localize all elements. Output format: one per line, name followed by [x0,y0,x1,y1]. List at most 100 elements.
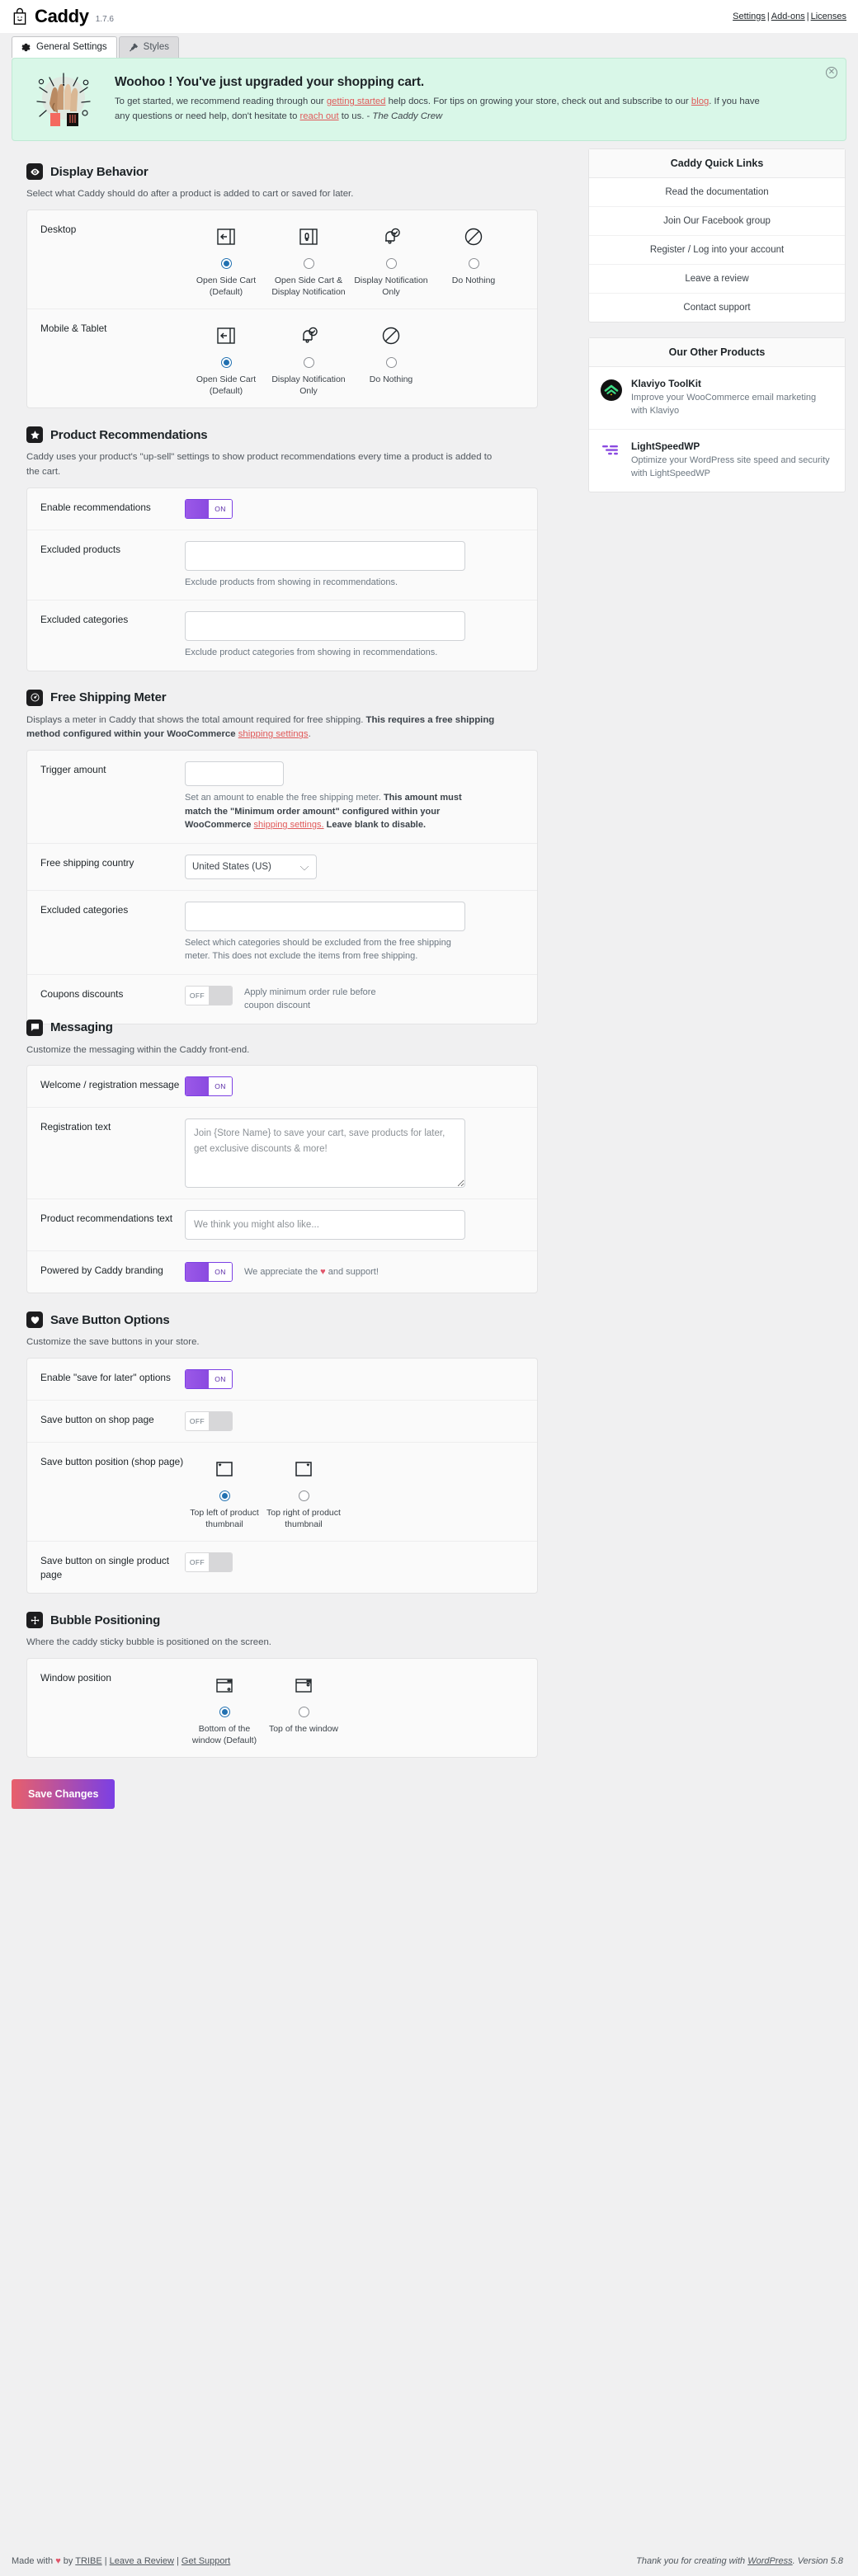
messaging-panel: Welcome / registration message ON Regist… [26,1065,538,1294]
section-title: Messaging [50,1020,113,1035]
row-label: Mobile & Tablet [40,323,107,335]
blog-link[interactable]: blog [691,97,709,106]
quick-link-review[interactable]: Leave a review [589,265,845,294]
row-label: Trigger amount [40,764,106,776]
section-description: Caddy uses your product's "up-sell" sett… [26,452,493,478]
get-support-link[interactable]: Get Support [182,2556,230,2566]
mobile-option-notification-only[interactable]: Display Notification Only [267,322,350,397]
window-position-option-bottom[interactable]: Bottom of the window (Default) [185,1671,264,1746]
section-header: Save Button Options [12,1312,576,1329]
quick-link-documentation[interactable]: Read the documentation [589,178,845,207]
tribe-link[interactable]: TRIBE [75,2556,101,2566]
product-item-klaviyo-toolkit[interactable]: Klaviyo ToolKit Improve your WooCommerce… [589,367,845,430]
section-title: Free Shipping Meter [50,690,167,705]
trigger-amount-input[interactable] [185,761,284,787]
enable-save-toggle[interactable]: ON [185,1368,233,1389]
row-free-shipping-country: Free shipping country United States (US) [27,844,537,891]
excluded-categories-input[interactable] [185,611,465,642]
window-position-option-top[interactable]: Top of the window [264,1671,343,1746]
quick-link-facebook-group[interactable]: Join Our Facebook group [589,207,845,236]
shipping-settings-link[interactable]: shipping settings. [254,820,324,830]
bell-check-icon [298,322,319,350]
recommendations-text-input[interactable] [185,1210,465,1241]
card-quick-links: Caddy Quick Links Read the documentation… [588,148,846,323]
no-entry-icon [463,223,484,251]
header-link-licenses[interactable]: Licenses [811,12,846,21]
mobile-option-open-side-cart[interactable]: Open Side Cart (Default) [185,322,267,397]
desktop-option-open-side-cart[interactable]: Open Side Cart (Default) [185,223,267,298]
free-shipping-country-select[interactable]: United States (US) [185,854,317,879]
coupons-discounts-toggle[interactable]: OFF [185,985,233,1005]
radio-indicator[interactable] [385,257,397,269]
row-label: Enable recommendations [40,501,151,513]
footer-thanks: Thank you for creating with [636,2556,748,2566]
desktop-option-cart-and-notification[interactable]: Open Side Cart & Display Notification [267,223,350,298]
reach-out-link[interactable]: reach out [300,111,339,121]
quick-link-support[interactable]: Contact support [589,294,845,322]
header-link-settings[interactable]: Settings [733,12,766,21]
radio-indicator[interactable] [298,1707,309,1718]
section-description: Customize the messaging within the Caddy… [26,1044,250,1055]
radio-indicator[interactable] [303,357,314,369]
window-top-icon [293,1671,314,1699]
radio-label: Open Side Cart (Default) [196,275,257,297]
shipping-settings-link[interactable]: shipping settings [238,729,309,739]
header-link-addons[interactable]: Add-ons [771,12,805,21]
window-bottom-icon [214,1671,235,1699]
wordpress-link[interactable]: WordPress [747,2556,792,2566]
row-label: Save button on shop page [40,1413,154,1425]
product-name: Klaviyo ToolKit [631,378,701,389]
radio-indicator[interactable] [220,257,232,269]
tab-styles[interactable]: Styles [118,36,179,58]
radio-indicator[interactable] [219,1707,230,1718]
notice-text-4: to us. - [338,111,373,121]
registration-text-textarea[interactable] [185,1118,465,1189]
gear-icon [21,42,31,53]
desktop-option-notification-only[interactable]: Display Notification Only [350,223,432,298]
field-help: Exclude products from showing in recomme… [185,577,398,587]
row-label: Save button position (shop page) [40,1455,184,1467]
row-label: Free shipping country [40,856,134,869]
radio-label: Top left of product thumbnail [190,1507,259,1530]
save-button-shop-page-toggle[interactable]: OFF [185,1410,233,1431]
row-trigger-amount: Trigger amount Set an amount to enable t… [27,751,537,844]
excluded-products-input[interactable] [185,540,465,571]
app-header: Caddy 1.7.6 Settings | Add-ons | Licenses [0,0,858,33]
position-option-top-left[interactable]: Top left of product thumbnail [185,1455,264,1530]
row-excluded-products: Excluded products Exclude products from … [27,530,537,601]
tab-label: Styles [143,41,169,52]
radio-indicator[interactable] [220,357,232,369]
radio-label: Top right of product thumbnail [266,1507,341,1530]
save-button-single-page-toggle[interactable]: OFF [185,1552,233,1573]
section-product-recommendations: Product Recommendations Caddy uses your … [12,426,576,671]
product-item-lightspeedwp[interactable]: LightSpeedWP Optimize your WordPress sit… [589,430,845,492]
radio-indicator[interactable] [219,1490,230,1501]
product-description: Improve your WooCommerce email marketing… [631,393,817,416]
position-option-top-right[interactable]: Top right of product thumbnail [264,1455,343,1530]
mobile-radio-group: Open Side Cart (Default) Display Notific… [185,320,524,397]
radio-indicator[interactable] [468,257,479,269]
shipping-excluded-categories-input[interactable] [185,901,465,931]
quick-link-account[interactable]: Register / Log into your account [589,236,845,265]
save-changes-button[interactable]: Save Changes [12,1779,116,1810]
message-icon [26,1019,43,1036]
tab-general-settings[interactable]: General Settings [12,36,117,58]
radio-indicator[interactable] [385,357,397,369]
welcome-message-toggle[interactable]: ON [185,1076,233,1097]
field-help: We appreciate the ♥ and support! [244,1265,379,1279]
mobile-option-do-nothing[interactable]: Do Nothing [350,322,432,397]
getting-started-link[interactable]: getting started [327,97,386,106]
close-icon[interactable]: ✕ [826,67,837,78]
radio-indicator[interactable] [303,257,314,269]
branding-toggle[interactable]: ON [185,1262,233,1283]
radio-indicator[interactable] [298,1490,309,1501]
celebrating-hands-icon [24,70,103,129]
eye-icon [26,163,43,180]
save-area: Save Changes [0,1758,858,1810]
row-excluded-categories-shipping: Excluded categories Select which categor… [27,891,537,975]
desktop-option-do-nothing[interactable]: Do Nothing [432,223,515,298]
enable-recommendations-toggle[interactable]: ON [185,498,233,519]
section-title: Save Button Options [50,1312,170,1327]
leave-review-link[interactable]: Leave a Review [110,2556,174,2566]
section-description: Customize the save buttons in your store… [26,1337,200,1348]
